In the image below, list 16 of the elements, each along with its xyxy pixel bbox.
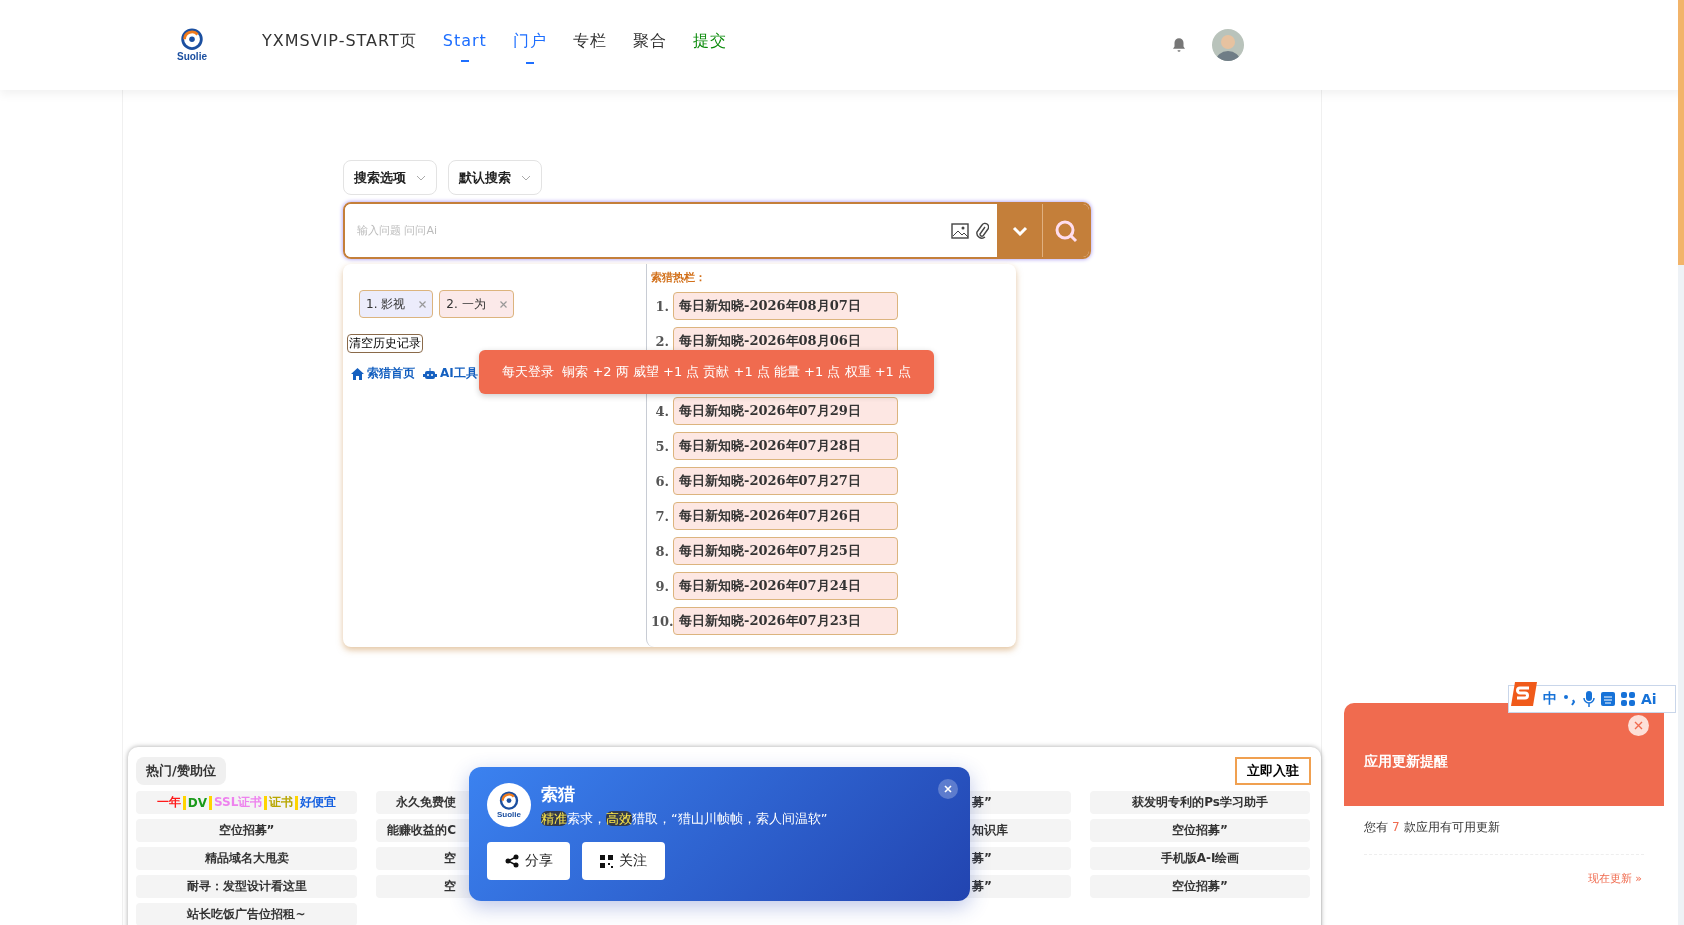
list-number: 5.: [654, 438, 669, 454]
list-number: 4.: [654, 403, 669, 419]
list-number: 7.: [654, 508, 669, 524]
logo-text: Suolie: [177, 50, 207, 62]
logo-text: Suolie: [497, 810, 521, 820]
login-reward-toast: 每天登录 铜索 +2 两 威望 +1 点 贡献 +1 点 能量 +1 点 权重 +1 点: [479, 350, 934, 394]
list-number: 8.: [654, 543, 669, 559]
list-number: 6.: [654, 473, 669, 489]
notice-title: 应用更新提醒: [1364, 753, 1448, 769]
popup-title: 索猎: [541, 783, 576, 806]
notice-message: 您有 7 款应用有可用更新: [1364, 819, 1644, 855]
list-number: 2.: [654, 333, 669, 349]
list-number: 9.: [654, 578, 669, 594]
popup-description: 精准索求，高效猎取，“猎山川帧帧，索人间温软”: [541, 810, 828, 828]
list-number: 1.: [654, 298, 669, 314]
hot-list-title: 索猎热栏：: [651, 270, 707, 285]
